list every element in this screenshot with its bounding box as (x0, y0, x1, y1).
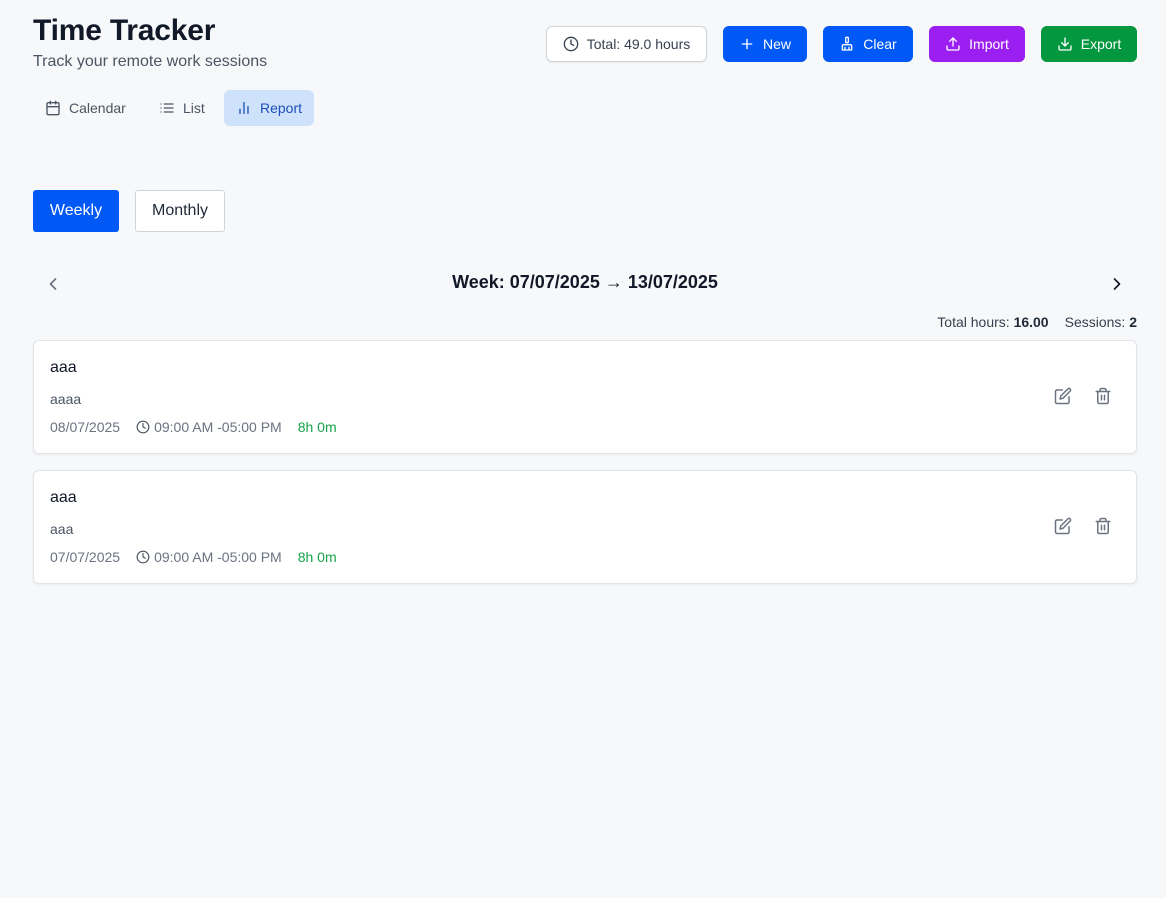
total-hours-summary-label: Total hours: (937, 314, 1010, 330)
sessions-summary: Sessions: 2 (1065, 314, 1137, 330)
import-button-label: Import (969, 36, 1009, 52)
session-card: aaa aaaa 08/07/2025 09:00 AM -05:00 PM 8… (33, 340, 1137, 454)
tab-report-label: Report (259, 100, 302, 116)
tab-calendar[interactable]: Calendar (33, 90, 139, 126)
new-button-label: New (762, 36, 791, 52)
week-navigation: Week: 07/07/2025 → 13/07/2025 (33, 268, 1137, 300)
session-date: 08/07/2025 (50, 419, 121, 435)
sessions-summary-label: Sessions: (1064, 314, 1126, 330)
total-hours-summary-value: 16.00 (1013, 314, 1049, 330)
week-range-label: Week: 07/07/2025 → 13/07/2025 (452, 272, 718, 292)
session-duration: 8h 0m (297, 419, 337, 435)
session-time: 09:00 AM -05:00 PM (136, 419, 282, 435)
export-button-label: Export (1080, 36, 1122, 52)
tab-list-label: List (183, 100, 205, 116)
tab-list[interactable]: List (147, 90, 227, 126)
edit-icon[interactable] (1054, 517, 1072, 535)
bar-chart-icon (239, 102, 249, 114)
session-time-range: 09:00 AM -05:00 PM (154, 549, 282, 565)
session-duration: 8h 0m (297, 549, 337, 565)
tab-calendar-label: Calendar (69, 100, 126, 116)
session-meta: 07/07/2025 09:00 AM -05:00 PM 8h 0m (50, 549, 337, 565)
session-description: aaa (50, 521, 74, 537)
download-icon (1058, 37, 1072, 51)
clock-icon (563, 36, 579, 52)
clock-icon (136, 550, 150, 564)
session-meta: 08/07/2025 09:00 AM -05:00 PM 8h 0m (50, 419, 337, 435)
monthly-button[interactable]: Monthly (135, 190, 225, 232)
session-time: 09:00 AM -05:00 PM (136, 549, 282, 565)
total-hours-summary: Total hours: 16.00 (937, 314, 1048, 330)
clear-button-label: Clear (863, 36, 897, 52)
plus-icon (741, 38, 753, 50)
session-date: 07/07/2025 (50, 549, 121, 565)
sessions-summary-value: 2 (1129, 314, 1137, 330)
toolbar: Total: 49.0 hours New Clear Import Expor… (0, 26, 1166, 62)
new-button[interactable]: New (723, 26, 807, 62)
session-title: aaa (50, 489, 77, 506)
session-time-range: 09:00 AM -05:00 PM (154, 419, 282, 435)
session-title: aaa (50, 359, 77, 376)
list-icon (160, 103, 174, 113)
weekly-button[interactable]: Weekly (33, 190, 119, 232)
session-card: aaa aaa 07/07/2025 09:00 AM -05:00 PM 8h… (33, 470, 1137, 584)
total-hours-label: Total: 49.0 hours (586, 36, 691, 52)
edit-icon[interactable] (1054, 387, 1072, 405)
brush-icon (841, 36, 853, 51)
clear-button[interactable]: Clear (823, 26, 913, 62)
session-description: aaaa (50, 391, 82, 407)
tab-report[interactable]: Report (224, 90, 314, 126)
report-summary: Total hours: 16.00 Sessions: 2 (937, 314, 1137, 330)
total-hours-button[interactable]: Total: 49.0 hours (546, 26, 707, 62)
upload-icon (946, 37, 960, 51)
calendar-icon (46, 100, 60, 116)
chevron-right-icon[interactable] (1107, 274, 1127, 294)
trash-icon[interactable] (1094, 387, 1112, 405)
trash-icon[interactable] (1094, 517, 1112, 535)
import-button[interactable]: Import (929, 26, 1025, 62)
export-button[interactable]: Export (1041, 26, 1137, 62)
clock-icon (136, 420, 150, 434)
